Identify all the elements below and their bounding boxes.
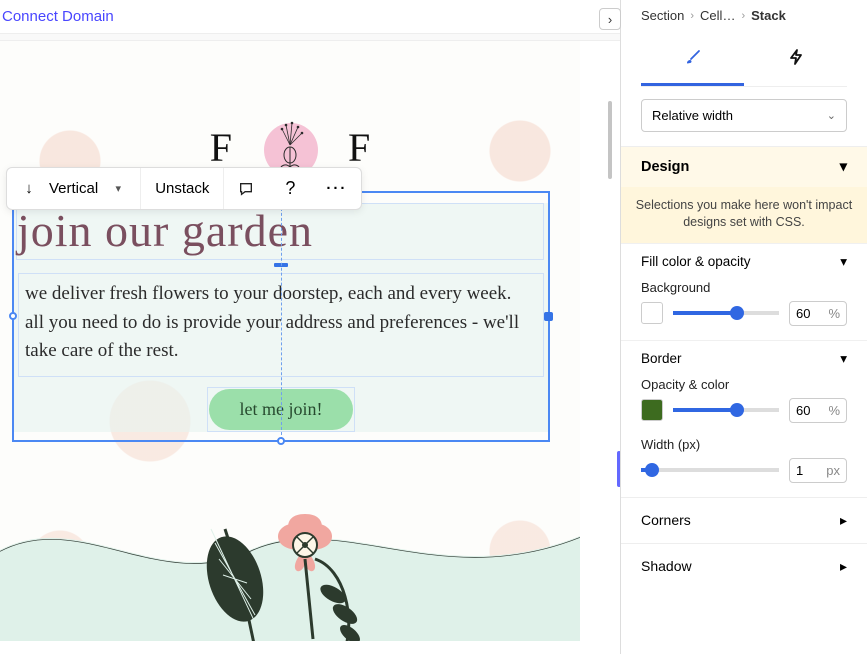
logo-letter-left: F: [210, 124, 232, 171]
direction-label: Vertical: [49, 180, 98, 197]
header-divider: [0, 33, 620, 41]
border-opacity-slider[interactable]: [673, 408, 779, 412]
fill-section-header[interactable]: Fill color & opacity ▾: [641, 254, 847, 270]
scrollbar[interactable]: [608, 101, 612, 179]
unstack-label: Unstack: [155, 180, 209, 197]
help-button[interactable]: ?: [268, 168, 312, 209]
heading-text: join our garden: [17, 204, 539, 257]
shadow-label: Shadow: [641, 558, 692, 574]
flower-illustration: [195, 499, 385, 641]
stack-selection[interactable]: ‹ Stack #box19 ⚡ join our garden: [12, 191, 550, 442]
breadcrumb: Section › Cell… › Stack: [621, 0, 867, 37]
fill-label: Fill color & opacity: [641, 254, 751, 269]
chevron-right-icon: ›: [741, 10, 745, 22]
background-opacity-input[interactable]: 60 %: [789, 301, 847, 326]
corners-section-header[interactable]: Corners ▸: [621, 497, 867, 543]
design-section-header[interactable]: Design ▾: [621, 146, 867, 187]
shadow-section-header[interactable]: Shadow ▸: [621, 543, 867, 589]
chevron-right-icon: ›: [690, 10, 694, 22]
direction-dropdown[interactable]: ↓ Vertical ▾: [7, 168, 140, 209]
border-color-swatch[interactable]: [641, 399, 663, 421]
center-guide: [281, 193, 282, 440]
unstack-button[interactable]: Unstack: [141, 168, 223, 209]
arrow-down-icon: ↓: [21, 180, 37, 197]
comment-icon: [238, 180, 254, 198]
tab-design[interactable]: [641, 37, 744, 86]
border-width-input[interactable]: 1 px: [789, 458, 847, 483]
heading-cell[interactable]: join our garden: [16, 203, 544, 260]
background-label: Background: [641, 280, 847, 295]
border-width-slider[interactable]: [641, 468, 779, 472]
page-preview[interactable]: F: [0, 41, 580, 641]
chevron-down-icon: ▾: [110, 182, 126, 195]
width-label: Width (px): [641, 437, 847, 452]
background-opacity-slider[interactable]: [673, 311, 779, 315]
caret-down-icon: ▾: [840, 159, 847, 175]
logo-letter-right: F: [348, 124, 370, 171]
caret-right-icon: ▸: [840, 558, 847, 575]
chevron-down-icon: ⌄: [827, 109, 836, 122]
panel-collapse-toggle[interactable]: ›: [599, 8, 621, 30]
comment-button[interactable]: [224, 168, 268, 209]
panel-resize-handle[interactable]: [617, 451, 620, 487]
caret-down-icon: ▾: [840, 351, 847, 367]
more-button[interactable]: ···: [312, 168, 361, 209]
inspector-panel: Section › Cell… › Stack Relative width ⌄: [621, 0, 867, 654]
width-mode-label: Relative width: [652, 108, 733, 123]
resize-handle-right[interactable]: [544, 312, 553, 321]
caret-right-icon: ▸: [840, 512, 847, 529]
corners-label: Corners: [641, 512, 691, 528]
background-color-swatch[interactable]: [641, 302, 663, 324]
caret-down-icon: ▾: [840, 254, 847, 270]
breadcrumb-current: Stack: [751, 8, 786, 23]
canvas-area: Connect Domain › F: [0, 0, 621, 654]
site-logo: F: [0, 41, 580, 177]
breadcrumb-section[interactable]: Section: [641, 8, 684, 23]
border-label: Border: [641, 351, 682, 366]
css-override-note: Selections you make here won't impact de…: [621, 187, 867, 243]
opacity-color-label: Opacity & color: [641, 377, 847, 392]
chevron-right-icon: ›: [608, 12, 612, 27]
connect-domain-link[interactable]: Connect Domain: [0, 0, 620, 33]
resize-handle-bottom[interactable]: [277, 437, 285, 445]
floating-toolbar: ↓ Vertical ▾ Unstack ?: [6, 167, 362, 210]
help-icon: ?: [282, 178, 298, 199]
bolt-icon: [787, 48, 805, 71]
border-opacity-input[interactable]: 60 %: [789, 398, 847, 423]
width-mode-select[interactable]: Relative width ⌄: [641, 99, 847, 132]
breadcrumb-cell[interactable]: Cell…: [700, 8, 735, 23]
border-section-header[interactable]: Border ▾: [641, 351, 847, 367]
design-label: Design: [641, 159, 689, 175]
ellipsis-icon: ···: [326, 180, 347, 197]
brush-icon: [683, 47, 703, 72]
tab-animation[interactable]: [744, 37, 847, 86]
